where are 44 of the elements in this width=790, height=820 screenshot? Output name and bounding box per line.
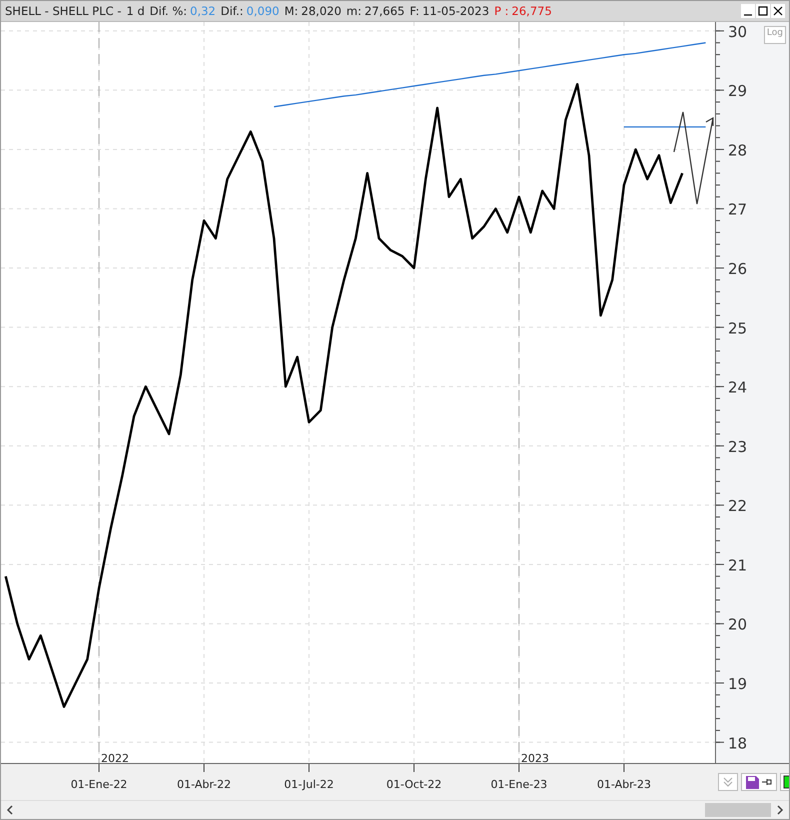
x-axis-label: 01-Ene-23 bbox=[490, 778, 548, 791]
y-axis-label: 20 bbox=[728, 616, 748, 634]
stat-value: 0,090 bbox=[246, 4, 280, 18]
chart-title: SHELL - SHELL PLC - bbox=[5, 4, 122, 18]
stat-label: Dif. %: bbox=[150, 4, 188, 18]
y-axis-label: 18 bbox=[728, 734, 748, 752]
year-label: 2023 bbox=[521, 752, 549, 765]
stat-value: 28,020 bbox=[301, 4, 342, 18]
x-axis-label: 01-Jul-22 bbox=[284, 778, 334, 791]
period-label: 1 d bbox=[126, 4, 145, 18]
y-axis-label: 27 bbox=[728, 200, 748, 219]
save-button[interactable] bbox=[741, 773, 777, 791]
stat-value: 11-05-2023 bbox=[422, 4, 490, 18]
y-axis-label: 25 bbox=[728, 319, 748, 338]
close-icon[interactable] bbox=[771, 4, 785, 18]
maximize-icon[interactable] bbox=[756, 4, 770, 18]
stat-value: 27,665 bbox=[364, 4, 405, 18]
double-chevron-icon bbox=[722, 776, 734, 788]
y-axis-label: 24 bbox=[728, 378, 748, 397]
x-axis-label: 01-Abr-23 bbox=[596, 778, 652, 791]
y-axis-label: 28 bbox=[728, 141, 748, 160]
x-axis-label: 01-Ene-22 bbox=[70, 778, 128, 791]
scroll-thumb[interactable] bbox=[705, 803, 771, 817]
stat-label: F: bbox=[410, 4, 420, 18]
log-scale-button[interactable]: Log bbox=[764, 26, 786, 44]
pin-icon bbox=[762, 778, 772, 786]
y-axis-label: 19 bbox=[728, 675, 748, 693]
minimize-icon[interactable] bbox=[741, 4, 755, 18]
stat-label: Dif.: bbox=[220, 4, 244, 18]
y-axis-label: 22 bbox=[728, 497, 748, 516]
y-axis-label: 29 bbox=[728, 82, 748, 100]
stat-label: M: bbox=[284, 4, 298, 18]
stat-value: 0,32 bbox=[190, 4, 216, 18]
y-axis-label: 23 bbox=[728, 438, 748, 456]
stat-label: P : bbox=[494, 4, 509, 18]
y-axis-label: 21 bbox=[728, 556, 748, 574]
y-axis-label: 30 bbox=[728, 22, 748, 41]
x-axis-label: 01-Oct-22 bbox=[386, 778, 442, 791]
x-axis-label: 01-Abr-22 bbox=[176, 778, 232, 791]
stat-label: m: bbox=[346, 4, 362, 18]
stat-value: 26,775 bbox=[512, 4, 552, 18]
save-icon bbox=[746, 776, 759, 788]
y-axis-label: 26 bbox=[728, 260, 748, 278]
year-label: 2022 bbox=[101, 752, 129, 765]
